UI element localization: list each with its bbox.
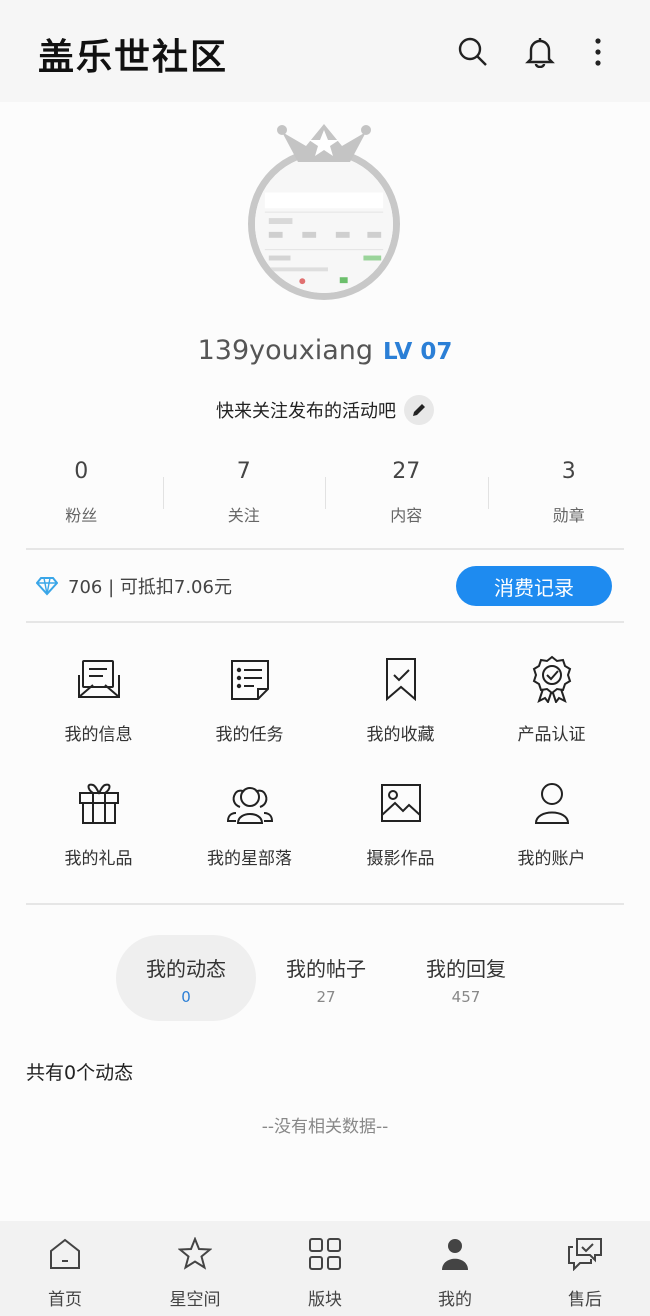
stat-label: 关注 (227, 506, 260, 525)
menu-label: 我的星部落 (207, 849, 292, 869)
avatar-image (255, 155, 393, 293)
image-icon (376, 776, 426, 830)
service-chat-icon (567, 1237, 603, 1275)
divider (26, 621, 624, 623)
menu-label: 我的礼品 (64, 849, 133, 869)
menu-item-photography[interactable]: 摄影作品 (325, 764, 476, 888)
tab-label: 我的回复 (426, 957, 506, 981)
edit-bio-button[interactable] (404, 395, 434, 425)
level-badge: LV 07 (383, 339, 453, 365)
stat-medals[interactable]: 3 勋章 (487, 455, 650, 535)
tab-my-replies[interactable]: 我的回复 457 (396, 935, 536, 1021)
menu-label: 我的收藏 (366, 725, 435, 745)
grid-icon (308, 1237, 342, 1275)
stat-value: 3 (561, 459, 576, 484)
stat-value: 7 (236, 459, 251, 484)
menu-item-my-tribe[interactable]: 我的星部落 (174, 764, 325, 888)
nav-item-star-space[interactable]: 星空间 (130, 1221, 260, 1316)
tab-label: 我的帖子 (286, 957, 366, 981)
gift-icon (74, 776, 124, 830)
crown-icon (277, 124, 371, 162)
empty-state: --没有相关数据-- (261, 1117, 389, 1137)
username-row: 139youxiang LV 07 (0, 335, 650, 366)
menu-item-product-certification[interactable]: 产品认证 (476, 640, 627, 764)
nav-label: 版块 (308, 1290, 342, 1310)
activity-tabs: 我的动态 0 我的帖子 27 我的回复 457 (116, 935, 536, 1021)
avatar-frame (248, 148, 400, 300)
bio-row: 快来关注发布的活动吧 (0, 395, 650, 425)
bell-icon[interactable] (520, 30, 560, 74)
points-row: 706 | 可抵扣7.06元 消费记录 (26, 551, 624, 621)
menu-item-my-info[interactable]: 我的信息 (23, 640, 174, 764)
stat-label: 内容 (390, 506, 423, 525)
badge-icon (527, 652, 577, 706)
menu-item-my-account[interactable]: 我的账户 (476, 764, 627, 888)
menu-label: 我的账户 (517, 849, 586, 869)
stat-following[interactable]: 7 关注 (162, 455, 326, 535)
bio-text: 快来关注发布的活动吧 (216, 401, 396, 422)
bookmark-icon (376, 652, 426, 706)
top-app-bar: 盖乐世社区 (0, 0, 650, 102)
nav-item-home[interactable]: 首页 (0, 1221, 130, 1316)
tab-label: 我的动态 (146, 957, 226, 981)
stat-content[interactable]: 27 内容 (325, 455, 488, 535)
stat-label: 粉丝 (65, 506, 98, 525)
nav-label: 我的 (438, 1290, 472, 1310)
diamond-icon (36, 577, 58, 596)
purchase-record-button[interactable]: 消费记录 (456, 566, 612, 606)
nav-item-mine[interactable]: 我的 (390, 1221, 520, 1316)
divider (26, 903, 624, 905)
task-list-icon (225, 652, 275, 706)
person-icon (438, 1237, 472, 1275)
menu-label: 摄影作品 (366, 849, 435, 869)
tab-count: 457 (451, 988, 481, 1006)
menu-item-my-favorites[interactable]: 我的收藏 (325, 640, 476, 764)
tab-count: 27 (316, 988, 336, 1006)
avatar[interactable] (246, 118, 404, 304)
divider (26, 548, 624, 550)
group-icon (225, 776, 275, 830)
stats-row: 0 粉丝 7 关注 27 内容 3 勋章 (0, 455, 650, 535)
home-icon (48, 1237, 82, 1275)
nav-item-sections[interactable]: 版块 (260, 1221, 390, 1316)
app-title: 盖乐世社区 (38, 37, 229, 78)
nav-item-after-sales[interactable]: 售后 (520, 1221, 650, 1316)
stat-label: 勋章 (552, 506, 585, 525)
menu-grid: 我的信息 我的任务 我的收藏 产品认证 我的礼品 我的星部落 摄影作品 我的账户 (23, 640, 627, 888)
bottom-nav: 首页 星空间 版块 我的 售后 (0, 1221, 650, 1316)
stat-value: 27 (392, 459, 421, 484)
menu-item-my-gifts[interactable]: 我的礼品 (23, 764, 174, 888)
menu-item-my-tasks[interactable]: 我的任务 (174, 640, 325, 764)
menu-label: 我的信息 (64, 725, 133, 745)
star-icon (177, 1236, 213, 1275)
tab-count: 0 (181, 988, 191, 1006)
stat-followers[interactable]: 0 粉丝 (0, 455, 163, 535)
menu-label: 产品认证 (517, 725, 586, 745)
nav-label: 售后 (568, 1290, 602, 1310)
nav-label: 首页 (48, 1290, 82, 1310)
menu-label: 我的任务 (215, 725, 284, 745)
more-icon[interactable] (578, 30, 618, 74)
stat-value: 0 (74, 459, 89, 484)
points-text: 706 | 可抵扣7.06元 (68, 577, 232, 598)
activity-count: 共有0个动态 (26, 1062, 134, 1084)
search-icon[interactable] (453, 30, 493, 74)
account-icon (527, 776, 577, 830)
tab-my-activity[interactable]: 我的动态 0 (116, 935, 256, 1021)
message-icon (74, 652, 124, 706)
nav-label: 星空间 (169, 1290, 221, 1310)
username: 139youxiang (197, 335, 374, 366)
tab-my-posts[interactable]: 我的帖子 27 (256, 935, 396, 1021)
pencil-icon (413, 404, 425, 416)
